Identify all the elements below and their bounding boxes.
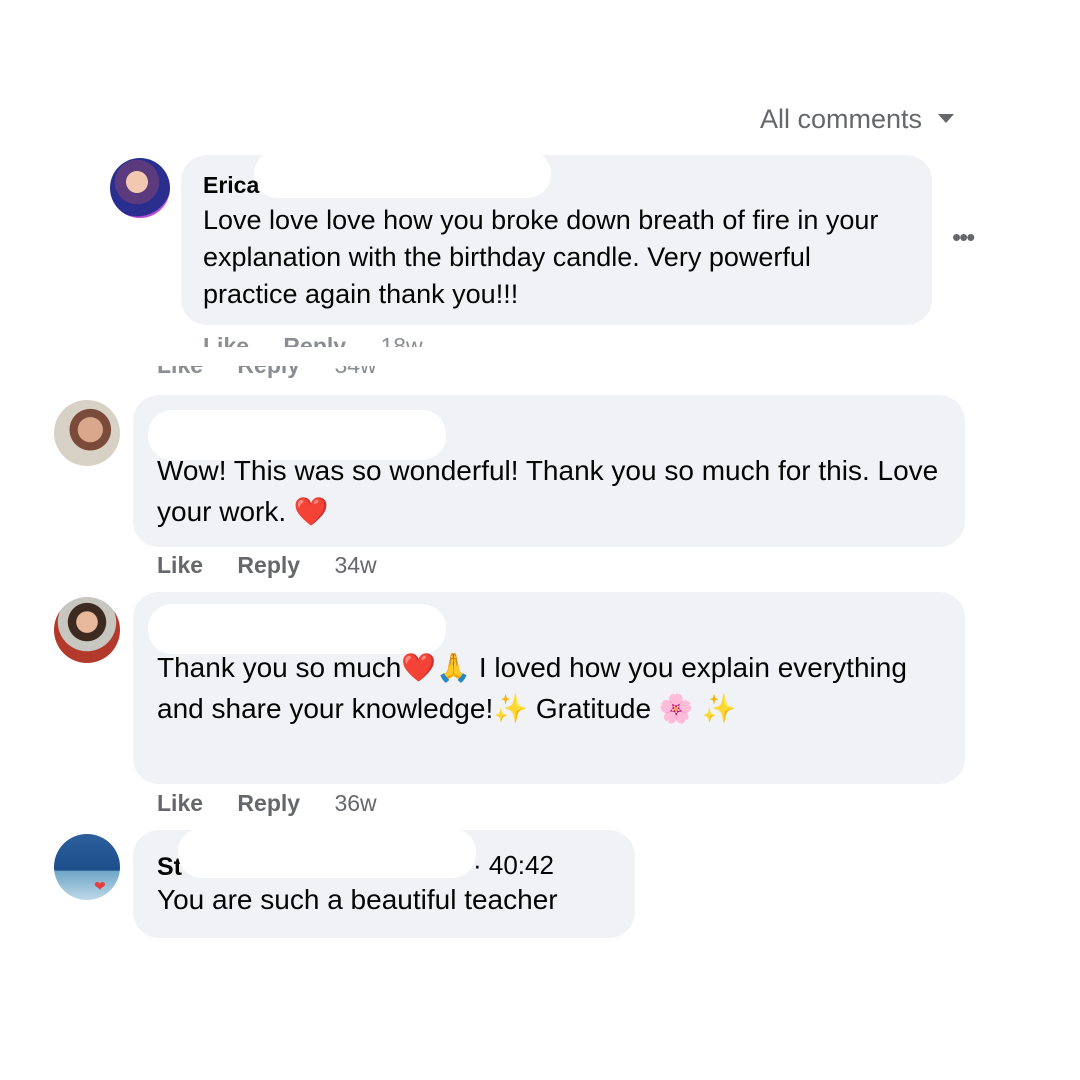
comment-text: You are such a beautiful teacher bbox=[157, 884, 558, 915]
avatar[interactable] bbox=[54, 400, 120, 466]
reply-button[interactable]: Reply bbox=[237, 552, 300, 578]
comment-actions: Like Reply 18w bbox=[203, 333, 451, 347]
sort-label: All comments bbox=[760, 104, 923, 134]
reply-button[interactable]: Reply bbox=[283, 333, 346, 347]
comment-actions-partial: Like Reply 34w bbox=[157, 366, 405, 380]
comment-age: 18w bbox=[380, 333, 423, 347]
video-timestamp[interactable]: · 40:42 bbox=[473, 850, 554, 881]
like-button[interactable]: Like bbox=[203, 333, 249, 347]
sort-dropdown[interactable]: All comments bbox=[760, 104, 955, 135]
avatar[interactable]: ❤ bbox=[54, 834, 120, 900]
commenter-name[interactable]: Erica bbox=[203, 172, 259, 199]
caret-down-icon bbox=[938, 114, 955, 124]
comment-text: Thank you so much❤️🙏 I loved how you exp… bbox=[157, 652, 907, 724]
comment-actions: Like Reply 36w bbox=[157, 790, 405, 817]
comment-text: Wow! This was so wonderful! Thank you so… bbox=[157, 455, 939, 527]
comment-age: 34w bbox=[334, 366, 376, 378]
avatar[interactable] bbox=[110, 158, 170, 218]
redaction bbox=[178, 828, 476, 878]
like-button[interactable]: Like bbox=[157, 790, 203, 816]
reply-button[interactable]: Reply bbox=[237, 366, 300, 378]
like-button[interactable]: Like bbox=[157, 366, 203, 378]
redaction bbox=[254, 150, 551, 198]
more-options-icon[interactable]: ••• bbox=[952, 222, 975, 253]
comment-actions: Like Reply 34w bbox=[157, 552, 405, 579]
comment-age: 34w bbox=[334, 552, 377, 578]
reply-button[interactable]: Reply bbox=[237, 790, 300, 816]
avatar[interactable] bbox=[54, 597, 120, 663]
comment-age: 36w bbox=[334, 790, 377, 816]
heart-icon: ❤ bbox=[94, 878, 106, 894]
comment-text: Love love love how you broke down breath… bbox=[203, 205, 879, 309]
like-button[interactable]: Like bbox=[157, 552, 203, 578]
